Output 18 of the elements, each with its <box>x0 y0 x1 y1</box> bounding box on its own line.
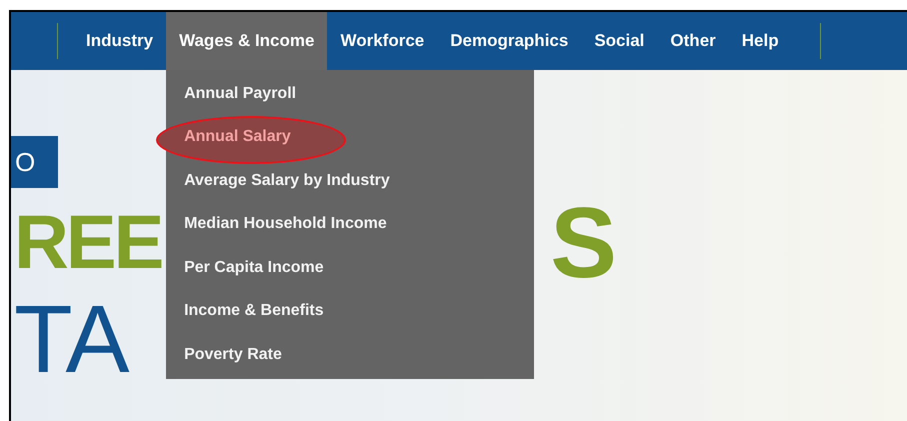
menu-item[interactable]: Per Capita Income <box>174 256 334 280</box>
hero-title: S <box>550 193 617 293</box>
nav-tab[interactable]: Help <box>728 12 792 70</box>
nav-tab[interactable]: Social <box>581 12 658 70</box>
menu-item[interactable]: Average Salary by Industry <box>174 168 400 193</box>
menu-item[interactable]: Poverty Rate <box>174 342 292 367</box>
nav-tab[interactable]: Demographics <box>437 12 582 70</box>
nav-tab[interactable]: Other <box>657 12 729 70</box>
menu-item[interactable]: Income & Benefits <box>174 299 334 324</box>
hero-badge: O <box>11 136 58 188</box>
nav-tab[interactable]: Industry <box>73 12 166 70</box>
nav-tab[interactable]: Workforce <box>327 12 438 70</box>
nav-tab[interactable]: Wages & Income <box>166 12 328 70</box>
menu-item[interactable]: Median Household Income <box>174 212 397 236</box>
hero-title: REE <box>14 205 162 281</box>
menu-item[interactable]: Annual Payroll <box>174 82 306 106</box>
menu-item[interactable]: Annual Salary <box>174 125 301 150</box>
hero-subtitle: TA <box>14 292 130 388</box>
